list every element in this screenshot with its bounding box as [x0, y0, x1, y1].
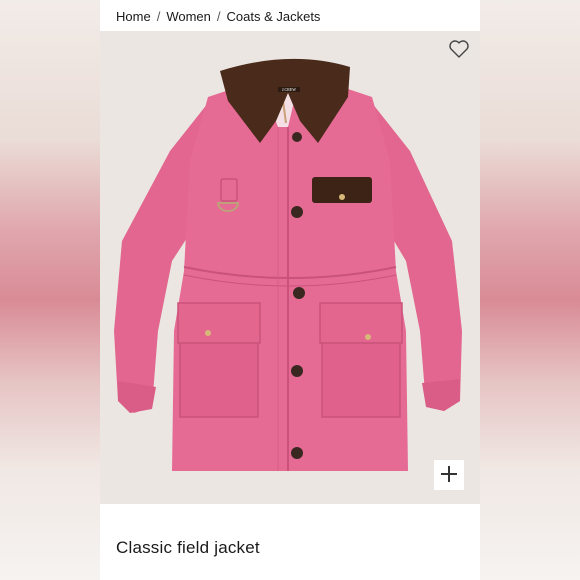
blurred-background-left	[0, 0, 100, 580]
product-image[interactable]: J.CREW	[100, 31, 480, 504]
breadcrumb-coats-jackets[interactable]: Coats & Jackets	[227, 9, 321, 25]
zoom-button[interactable]	[434, 460, 464, 490]
breadcrumb-women[interactable]: Women	[166, 9, 211, 25]
blurred-background-right	[480, 0, 580, 580]
breadcrumb-separator: /	[216, 9, 221, 24]
brand-label: J.CREW	[282, 87, 296, 92]
breadcrumb-separator: /	[156, 9, 161, 24]
product-card: Home / Women / Coats & Jackets J.CREW Cl…	[100, 0, 480, 580]
jacket-illustration: J.CREW	[114, 58, 462, 471]
heart-icon[interactable]	[448, 39, 470, 59]
plus-icon	[440, 465, 458, 486]
product-title: Classic field jacket	[116, 538, 260, 557]
breadcrumb-home[interactable]: Home	[116, 9, 151, 25]
breadcrumb: Home / Women / Coats & Jackets	[116, 9, 320, 25]
